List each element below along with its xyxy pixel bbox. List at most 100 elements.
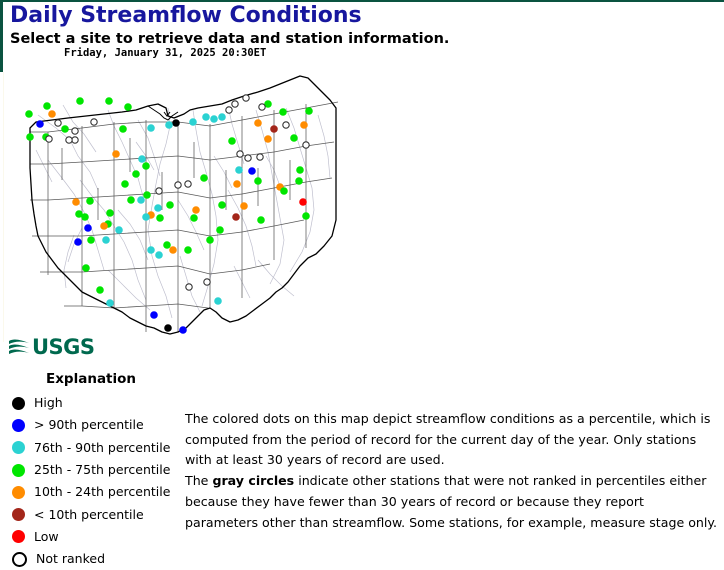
station-marker[interactable] xyxy=(202,113,210,121)
station-marker[interactable] xyxy=(166,201,174,209)
station-marker[interactable] xyxy=(84,224,92,232)
station-marker[interactable] xyxy=(81,213,89,221)
station-marker[interactable] xyxy=(72,198,80,206)
station-marker[interactable] xyxy=(54,119,62,127)
station-marker[interactable] xyxy=(61,125,69,133)
station-marker[interactable] xyxy=(121,180,129,188)
station-marker[interactable] xyxy=(115,226,123,234)
station-marker[interactable] xyxy=(232,213,240,221)
station-marker[interactable] xyxy=(302,141,310,149)
station-marker[interactable] xyxy=(119,125,127,133)
station-marker[interactable] xyxy=(163,241,171,249)
station-marker[interactable] xyxy=(71,136,79,144)
station-marker[interactable] xyxy=(142,213,150,221)
station-marker[interactable] xyxy=(214,297,222,305)
station-marker[interactable] xyxy=(124,103,132,111)
station-marker[interactable] xyxy=(65,136,73,144)
station-marker[interactable] xyxy=(206,236,214,244)
station-marker[interactable] xyxy=(90,118,98,126)
station-marker[interactable] xyxy=(258,103,266,111)
station-marker[interactable] xyxy=(45,135,53,143)
station-marker[interactable] xyxy=(248,167,256,175)
station-marker[interactable] xyxy=(147,124,155,132)
station-marker[interactable] xyxy=(82,264,90,272)
station-marker[interactable] xyxy=(264,135,272,143)
station-marker[interactable] xyxy=(299,198,307,206)
station-marker[interactable] xyxy=(26,133,34,141)
station-marker[interactable] xyxy=(137,196,145,204)
station-marker[interactable] xyxy=(106,209,114,217)
station-marker[interactable] xyxy=(138,155,146,163)
usgs-logo[interactable]: USGS xyxy=(8,336,95,358)
station-marker[interactable] xyxy=(192,206,200,214)
station-marker[interactable] xyxy=(300,121,308,129)
station-marker[interactable] xyxy=(254,177,262,185)
station-marker[interactable] xyxy=(105,97,113,105)
station-marker[interactable] xyxy=(256,153,264,161)
station-marker[interactable] xyxy=(132,170,140,178)
station-marker[interactable] xyxy=(164,324,172,332)
station-marker[interactable] xyxy=(143,191,151,199)
station-marker[interactable] xyxy=(305,107,313,115)
station-marker[interactable] xyxy=(225,106,233,114)
station-marker[interactable] xyxy=(48,110,56,118)
station-marker[interactable] xyxy=(96,286,104,294)
station-marker[interactable] xyxy=(190,214,198,222)
station-marker[interactable] xyxy=(100,222,108,230)
description-paragraph-2: The gray circles indicate other stations… xyxy=(185,471,720,533)
station-marker[interactable] xyxy=(228,137,236,145)
station-marker[interactable] xyxy=(112,150,120,158)
station-marker[interactable] xyxy=(218,113,226,121)
station-marker[interactable] xyxy=(174,181,182,189)
station-marker[interactable] xyxy=(142,162,150,170)
station-marker[interactable] xyxy=(279,108,287,116)
station-marker[interactable] xyxy=(71,127,79,135)
station-marker[interactable] xyxy=(296,166,304,174)
station-marker[interactable] xyxy=(210,115,218,123)
ohio-streamflow-map[interactable] xyxy=(18,60,368,360)
station-marker[interactable] xyxy=(155,251,163,259)
station-marker[interactable] xyxy=(127,196,135,204)
station-marker[interactable] xyxy=(189,118,197,126)
station-marker[interactable] xyxy=(184,246,192,254)
station-marker[interactable] xyxy=(106,299,114,307)
station-marker[interactable] xyxy=(184,180,192,188)
station-marker[interactable] xyxy=(172,119,180,127)
station-marker[interactable] xyxy=(154,204,162,212)
station-marker[interactable] xyxy=(185,283,193,291)
station-marker[interactable] xyxy=(244,154,252,162)
station-marker[interactable] xyxy=(179,326,187,334)
station-marker[interactable] xyxy=(203,278,211,286)
station-marker[interactable] xyxy=(270,125,278,133)
station-marker[interactable] xyxy=(235,166,243,174)
station-marker[interactable] xyxy=(147,246,155,254)
station-marker[interactable] xyxy=(87,236,95,244)
station-marker[interactable] xyxy=(165,121,173,129)
station-marker[interactable] xyxy=(76,97,84,105)
station-marker[interactable] xyxy=(216,226,224,234)
station-marker[interactable] xyxy=(102,236,110,244)
station-marker[interactable] xyxy=(254,119,262,127)
station-marker[interactable] xyxy=(169,246,177,254)
station-marker[interactable] xyxy=(36,120,44,128)
station-marker[interactable] xyxy=(233,180,241,188)
station-marker[interactable] xyxy=(25,110,33,118)
station-marker[interactable] xyxy=(155,187,163,195)
station-marker[interactable] xyxy=(150,311,158,319)
station-marker[interactable] xyxy=(200,174,208,182)
station-marker[interactable] xyxy=(43,102,51,110)
station-marker[interactable] xyxy=(302,212,310,220)
station-marker[interactable] xyxy=(257,216,265,224)
station-marker[interactable] xyxy=(242,94,250,102)
station-marker[interactable] xyxy=(231,100,239,108)
station-marker[interactable] xyxy=(290,134,298,142)
station-marker[interactable] xyxy=(240,202,248,210)
station-marker[interactable] xyxy=(236,150,244,158)
station-marker[interactable] xyxy=(218,201,226,209)
station-marker[interactable] xyxy=(282,121,290,129)
station-marker[interactable] xyxy=(156,214,164,222)
station-marker[interactable] xyxy=(295,177,303,185)
station-marker[interactable] xyxy=(280,187,288,195)
station-marker[interactable] xyxy=(74,238,82,246)
station-marker[interactable] xyxy=(86,197,94,205)
